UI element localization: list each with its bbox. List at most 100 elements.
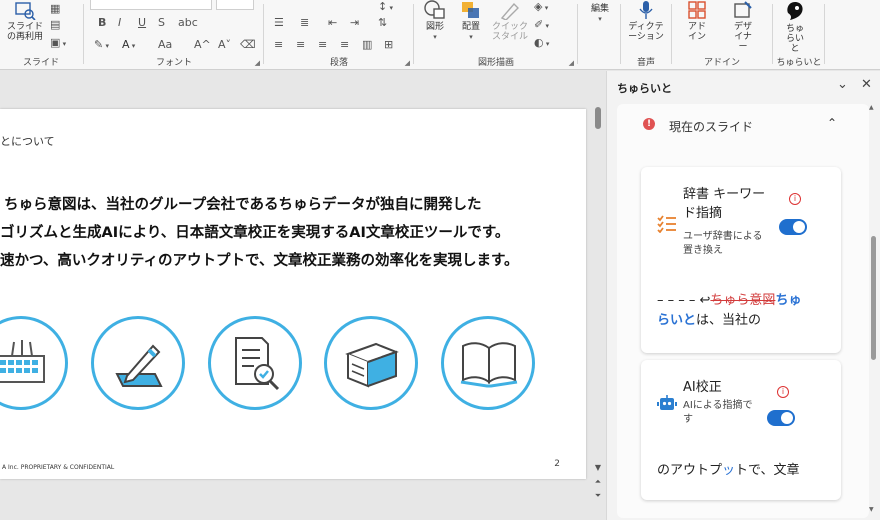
next-slide-icon[interactable]: ⏷ [593, 491, 603, 501]
paragraph-dialog-launcher-icon[interactable]: ◢ [405, 59, 410, 67]
bullets-icon[interactable]: ☰ [274, 16, 284, 29]
group-font: B I U S abc ✎ ▾ A ▾ Aa A^ A˅ ⌫ フォント ◢ [86, 0, 262, 70]
designer-label: デザイナー [733, 22, 752, 52]
shape-effects-icon[interactable]: ◐ ▾ [534, 36, 549, 49]
collapse-chevron-icon[interactable]: ⌃ [827, 116, 837, 130]
info-icon[interactable]: i [789, 193, 801, 205]
scroll-up-icon[interactable]: ▲ [869, 104, 874, 111]
group-label-font: フォント [155, 58, 192, 68]
card-subtitle: ユーザ辞書による 置き換え [683, 230, 763, 258]
scroll-down-icon[interactable]: ▼ [869, 506, 874, 513]
indent-icon[interactable]: ⇤ [328, 16, 337, 29]
ai-check-toggle[interactable] [767, 410, 795, 426]
slide-heading: とについて [0, 135, 55, 148]
change-case-button[interactable]: Aa [158, 38, 172, 51]
divider [263, 4, 264, 64]
font-color-icon[interactable]: A ▾ [122, 38, 135, 51]
preview-rest: は、当社の [696, 313, 762, 328]
addins-label: アドイン [687, 22, 706, 42]
line-spacing-icon[interactable]: ↕ ▾ [378, 0, 393, 13]
strikethrough-icon[interactable]: abc [178, 16, 198, 29]
inserted-text: らいと [657, 313, 697, 328]
shapes-button[interactable]: 図形 ▾ [418, 0, 452, 42]
shape-fill-icon[interactable]: ◈ ▾ [534, 0, 548, 13]
card-title-line: 辞書 キーワー [683, 187, 766, 202]
text-direction-icon[interactable]: ⇅ [378, 16, 387, 29]
layout-icon[interactable]: ▦ [50, 2, 60, 15]
slide-canvas: とについて ちゅら意図は、当社のグループ会社であるちゅらデータが独自に開発した … [0, 71, 606, 520]
divider [671, 4, 672, 64]
slide[interactable]: とについて ちゅら意図は、当社のグループ会社であるちゅらデータが独自に開発した … [0, 109, 586, 479]
card-title: AI校正 [683, 380, 722, 395]
suggestion-card-dictionary[interactable]: 辞書 キーワー ド指摘 i ユーザ辞書による 置き換え – – – – ↩ちゅら… [641, 167, 841, 353]
numbering-icon[interactable]: ≣ [300, 16, 309, 29]
slide-text-line: ちゅら意図は、当社のグループ会社であるちゅらデータが独自に開発した [4, 197, 482, 213]
card-subtitle-line: す [683, 414, 693, 425]
shapes-label: 図形 [425, 22, 444, 32]
dictionary-toggle[interactable] [779, 219, 807, 235]
divider [83, 4, 84, 64]
justify-icon[interactable]: ≡ [340, 38, 349, 51]
italic-button[interactable]: I [118, 16, 121, 29]
shapes-icon [424, 0, 445, 19]
document-magnifier-icon [208, 316, 302, 410]
reuse-slides-icon [15, 2, 36, 20]
pane-scrollbar-thumb[interactable] [871, 236, 876, 360]
slide-scrollbar[interactable]: ▼ ⏶ ⏷ [592, 71, 604, 520]
info-icon[interactable]: i [777, 386, 789, 398]
shrink-font-button[interactable]: A˅ [218, 38, 231, 51]
slide-text-line: ゴリズムと生成AIにより、日本語文章校正を実現するAI文章校正ツールです。 [0, 225, 510, 241]
quick-styles-icon [500, 2, 519, 20]
drawing-dialog-launcher-icon[interactable]: ◢ [569, 59, 574, 67]
edit-label: 編集 [590, 4, 609, 14]
ribbon: スライドの再利用 ▦ ▤ ▣ ▾ スライド B I U S abc ✎ ▾ A … [0, 0, 880, 70]
align-right-icon[interactable]: ≡ [318, 38, 327, 51]
bold-button[interactable]: B [98, 16, 106, 29]
font-dialog-launcher-icon[interactable]: ◢ [255, 59, 260, 67]
slide-text-line: 速かつ、高いクオリティのアウトプトで、文章校正業務の効率化を実現します。 [0, 253, 519, 269]
edit-button[interactable]: 編集 ▾ [582, 4, 618, 24]
grow-font-button[interactable]: A^ [194, 38, 211, 51]
scroll-down-icon[interactable]: ▼ [593, 463, 603, 472]
group-label-voice: 音声 [636, 58, 655, 68]
close-icon[interactable]: ✕ [861, 77, 872, 92]
dictate-label: ディクテーション [628, 22, 664, 42]
shape-outline-icon[interactable]: ✐ ▾ [534, 18, 549, 31]
outdent-icon[interactable]: ⇥ [350, 16, 359, 29]
suggestion-card-ai[interactable]: AI校正 i AIによる指摘で す のアウトプットで、文章 [641, 360, 841, 500]
group-label-drawing: 図形描画 [477, 58, 514, 68]
group-voice: ディクテーション 音声 [622, 0, 670, 70]
pane-scrollbar[interactable]: ▲ ▼ [869, 104, 877, 516]
document-stack-icon [324, 316, 418, 410]
font-name-select[interactable] [90, 0, 212, 10]
columns-icon[interactable]: ▥ [362, 38, 372, 51]
scrollbar-thumb[interactable] [595, 107, 601, 129]
clear-format-icon[interactable]: ⌫ [240, 38, 256, 51]
highlight-icon[interactable]: ✎ ▾ [94, 38, 109, 51]
preview-before: のアウトプ [657, 463, 723, 478]
designer-button[interactable]: デザイナー [723, 0, 763, 52]
addins-button[interactable]: アドイン [677, 0, 717, 42]
align-left-icon[interactable]: ≡ [274, 38, 283, 51]
dictate-button[interactable]: ディクテーション [624, 0, 668, 42]
checklist-icon [657, 215, 676, 233]
section-header[interactable]: ! 現在のスライド ⌃ [617, 104, 869, 144]
underline-button[interactable]: U [138, 16, 146, 29]
reuse-slides-button[interactable]: スライドの再利用 [4, 2, 46, 42]
churaito-button[interactable]: ちゅらいと [778, 0, 812, 54]
pane-options-chevron-icon[interactable]: ⌄ [837, 77, 848, 92]
slide-page-number: 2 [554, 459, 560, 469]
section-icon[interactable]: ▣ ▾ [50, 36, 66, 49]
smartart-icon[interactable]: ⊞ [384, 38, 393, 51]
previous-slide-icon[interactable]: ⏶ [593, 477, 603, 487]
reset-icon[interactable]: ▤ [50, 18, 60, 31]
align-center-icon[interactable]: ≡ [296, 38, 305, 51]
font-size-select[interactable] [216, 0, 254, 10]
reuse-slides-label: スライドの再利用 [6, 22, 43, 42]
arrange-button[interactable]: 配置 ▾ [454, 0, 488, 42]
correction-preview: のアウトプットで、文章 [657, 461, 837, 481]
shadow-button[interactable]: S [158, 16, 165, 29]
slide-footer: A Inc. PROPRIETARY & CONFIDENTIAL [2, 464, 115, 471]
quick-styles-button[interactable]: クイック スタイル [490, 0, 530, 42]
group-drawing: 図形 ▾ 配置 ▾ クイック スタイル ◈ ▾ ✐ ▾ ◐ ▾ 図形描画 ◢ [416, 0, 576, 70]
